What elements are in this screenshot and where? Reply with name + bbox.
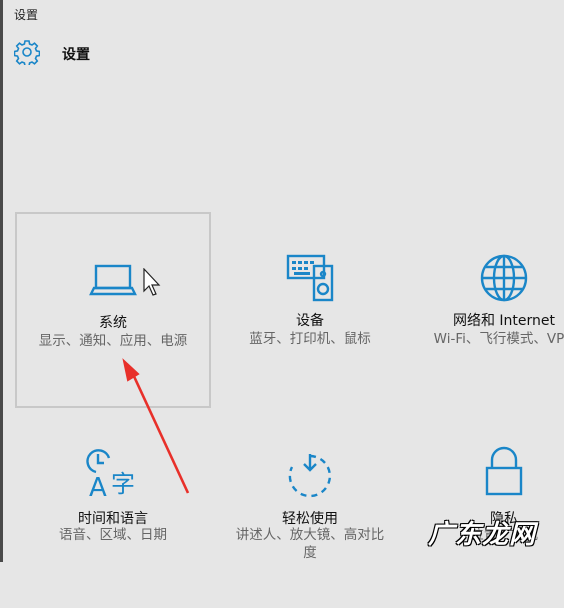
annotation-arrow [122,358,190,494]
watermark: 广东龙网 [428,520,537,550]
